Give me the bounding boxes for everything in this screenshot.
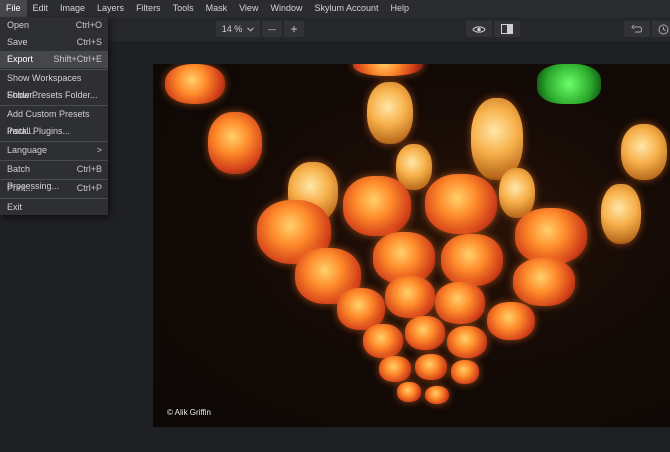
- menu-item-export[interactable]: Export Shift+Ctrl+E: [0, 51, 108, 68]
- lantern-shape: [379, 356, 411, 382]
- menu-item-language[interactable]: Language >: [0, 142, 108, 159]
- menu-file[interactable]: File: [0, 0, 27, 17]
- menu-mask[interactable]: Mask: [200, 0, 234, 17]
- submenu-arrow-icon: >: [96, 145, 102, 155]
- menu-item-print[interactable]: Print... Ctrl+P: [0, 180, 108, 197]
- green-lantern-shape: [537, 64, 601, 104]
- menu-item-shortcut: Ctrl+B: [76, 164, 102, 174]
- lantern-shape: [425, 174, 497, 234]
- lantern-shape: [441, 234, 503, 286]
- menu-item-show-presets-folder[interactable]: Show Presets Folder...: [0, 87, 108, 104]
- menu-item-shortcut: Ctrl+S: [76, 37, 102, 47]
- lantern-shape: [363, 324, 403, 358]
- minus-icon: —: [268, 24, 276, 34]
- lantern-shape: [515, 208, 587, 264]
- zoom-select[interactable]: 14 %: [216, 21, 260, 37]
- lantern-shape: [425, 386, 449, 404]
- file-menu-dropdown: Open Ctrl+O Save Ctrl+S Export Shift+Ctr…: [0, 17, 108, 215]
- menu-item-add-custom-presets-pack[interactable]: Add Custom Presets Pack...: [0, 106, 108, 136]
- menu-item-show-workspaces-folder[interactable]: Show Workspaces Folder...: [0, 70, 108, 100]
- lantern-shape: [405, 316, 445, 350]
- lantern-shape: [415, 354, 447, 380]
- menu-item-label: Exit: [7, 202, 23, 212]
- menu-filters[interactable]: Filters: [130, 0, 167, 17]
- menu-item-shortcut: Shift+Ctrl+E: [53, 54, 102, 64]
- lantern-shape: [397, 382, 421, 402]
- menu-help[interactable]: Help: [385, 0, 416, 17]
- menu-layers[interactable]: Layers: [91, 0, 130, 17]
- history-icon: [658, 24, 668, 34]
- history-button[interactable]: [652, 21, 670, 37]
- menu-item-label: Show Workspaces Folder...: [7, 73, 82, 100]
- menu-item-label: Install Plugins...: [7, 126, 71, 136]
- lantern-shape: [208, 112, 262, 174]
- lantern-shape: [487, 302, 535, 340]
- zoom-value: 14 %: [221, 24, 243, 34]
- menu-item-label: Batch Processing...: [7, 164, 60, 191]
- lantern-shape: [451, 360, 479, 384]
- menu-bar: File Edit Image Layers Filters Tools Mas…: [0, 0, 670, 17]
- eye-icon: [472, 25, 486, 33]
- zoom-in-button[interactable]: +: [284, 21, 304, 37]
- menu-item-label: Open: [7, 20, 30, 30]
- menu-item-label: Save: [7, 37, 28, 47]
- menu-item-open[interactable]: Open Ctrl+O: [0, 17, 108, 34]
- menu-edit[interactable]: Edit: [27, 0, 55, 17]
- menu-skylum-account[interactable]: Skylum Account: [308, 0, 384, 17]
- menu-item-save[interactable]: Save Ctrl+S: [0, 34, 108, 51]
- lantern-shape: [435, 282, 485, 324]
- menu-item-shortcut: Ctrl+O: [75, 20, 102, 30]
- menu-item-label: Print...: [7, 183, 34, 193]
- menu-view[interactable]: View: [233, 0, 264, 17]
- menu-item-shortcut: Ctrl+P: [76, 183, 102, 193]
- photo-credit: © Alik Griffin: [167, 408, 211, 417]
- menu-window[interactable]: Window: [264, 0, 308, 17]
- chevron-down-icon: [247, 26, 255, 32]
- lantern-shape: [165, 64, 225, 104]
- lantern-shape: [513, 258, 575, 306]
- menu-item-label: Add Custom Presets Pack...: [7, 109, 90, 136]
- plus-icon: +: [290, 22, 298, 36]
- menu-item-exit[interactable]: Exit: [0, 199, 108, 215]
- lantern-shape: [601, 184, 641, 244]
- undo-icon: [631, 24, 642, 33]
- preview-button[interactable]: [466, 21, 492, 37]
- menu-item-install-plugins[interactable]: Install Plugins...: [0, 123, 108, 140]
- undo-button[interactable]: [624, 21, 650, 37]
- lantern-shape: [385, 276, 435, 318]
- compare-icon: [501, 24, 513, 34]
- menu-image[interactable]: Image: [54, 0, 91, 17]
- lantern-shape: [447, 326, 487, 358]
- compare-button[interactable]: [494, 21, 520, 37]
- lantern-shape: [367, 82, 413, 144]
- lantern-shape: [353, 64, 423, 76]
- lantern-shape: [499, 168, 535, 218]
- menu-item-label: Show Presets Folder...: [7, 90, 98, 100]
- photo-preview[interactable]: © Alik Griffin: [153, 64, 670, 427]
- menu-item-batch-processing[interactable]: Batch Processing... Ctrl+B: [0, 161, 108, 191]
- menu-tools[interactable]: Tools: [167, 0, 200, 17]
- menu-item-label: Language: [7, 145, 48, 155]
- lantern-shape: [343, 176, 411, 236]
- menu-item-label: Export: [7, 54, 34, 64]
- lantern-shape: [621, 124, 667, 180]
- zoom-out-button[interactable]: —: [262, 21, 282, 37]
